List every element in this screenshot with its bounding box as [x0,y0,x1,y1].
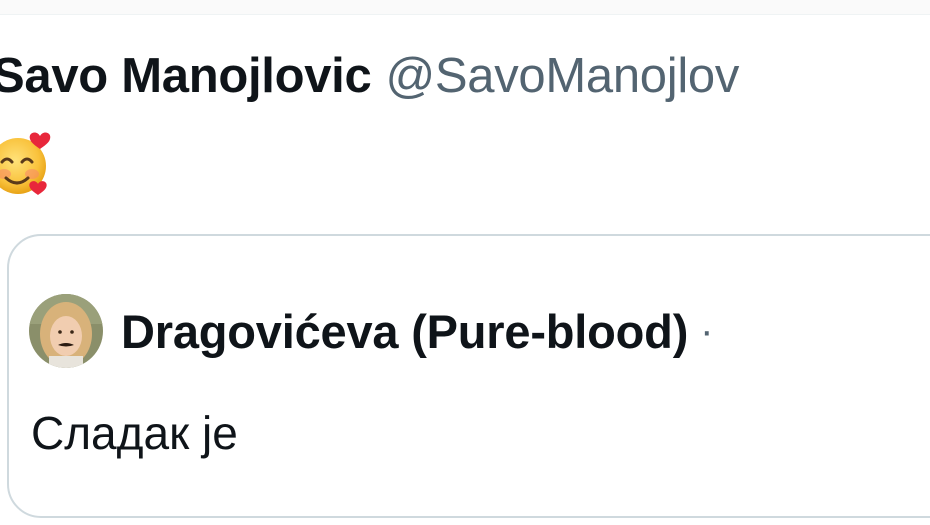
quoted-tweet-header: Dragovićeva (Pure-blood) · [29,291,713,371]
quoted-author-name[interactable]: Dragovićeva (Pure-blood) [121,304,688,359]
avatar[interactable] [29,294,103,368]
quoted-tweet-card[interactable]: Dragovićeva (Pure-blood) · Сладак је [7,234,930,518]
quoted-tweet-text: Сладак је [31,407,238,459]
tweet-divider [0,0,930,15]
tweet-author-line: Savo Manojlovic @SavoManojlov [0,48,739,104]
author-handle[interactable]: @SavoManojlov [385,49,739,103]
tweet[interactable]: Savo Manojlovic @SavoManojlov Dragovićev… [0,0,930,525]
author-name[interactable]: Savo Manojlovic [0,49,372,103]
smiling-face-with-hearts-icon [0,122,58,200]
separator-dot: · [700,308,714,353]
